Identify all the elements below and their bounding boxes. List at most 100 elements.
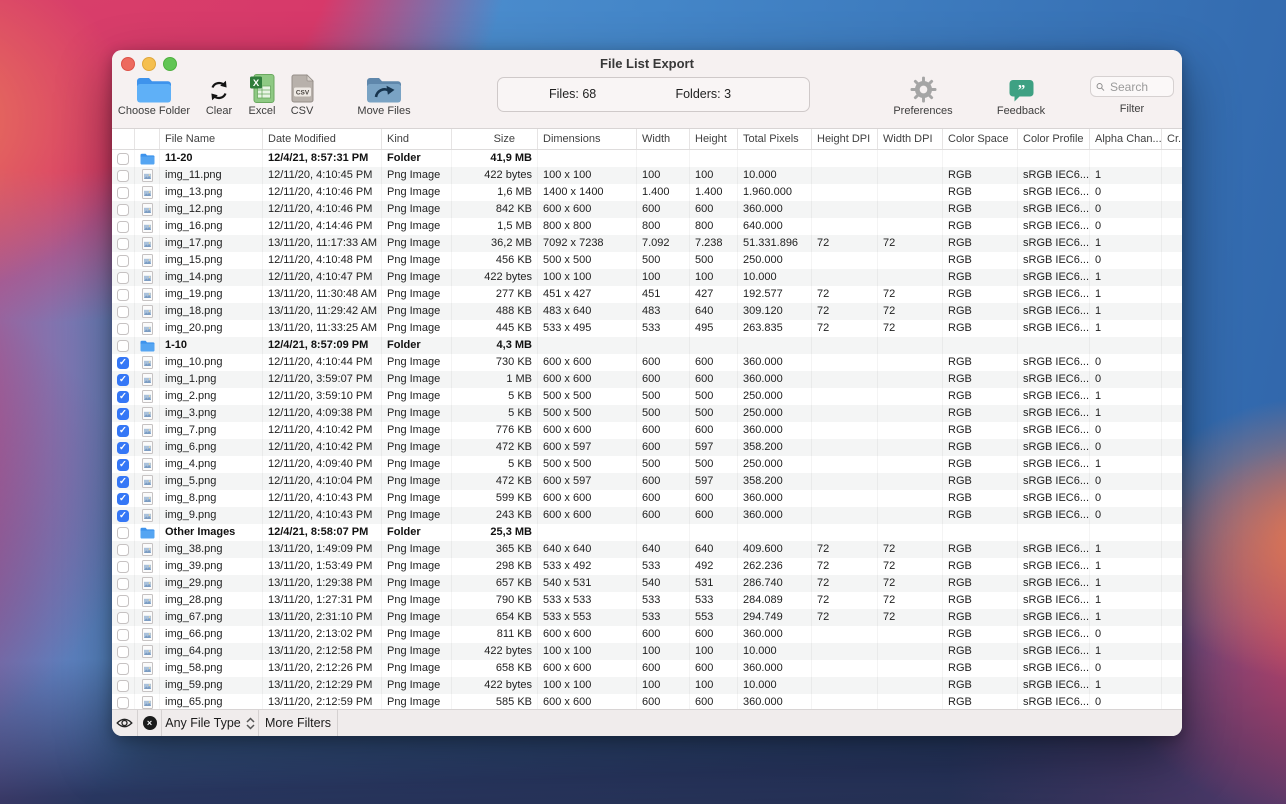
clear-button[interactable]: Clear: [197, 74, 241, 117]
file-row[interactable]: img_29.png 13/11/20, 1:29:38 PM Png Image 6…: [112, 575, 1182, 592]
file-row[interactable]: img_38.png 13/11/20, 1:49:09 PM Png Image 3…: [112, 541, 1182, 558]
row-checkbox[interactable]: [117, 203, 129, 216]
row-checkbox[interactable]: [117, 305, 129, 318]
more-filters-button[interactable]: More Filters: [259, 710, 338, 736]
cell-total-pixels: 360.000: [738, 422, 812, 439]
file-row[interactable]: ✓ img_7.png 12/11/20, 4:10:42 PM Png Image 7…: [112, 422, 1182, 439]
excel-export-button[interactable]: X Excel: [240, 74, 284, 117]
row-checkbox[interactable]: [117, 526, 129, 539]
row-checkbox[interactable]: ✓: [117, 407, 129, 420]
row-checkbox[interactable]: [117, 543, 129, 556]
header-file-name[interactable]: File Name: [160, 129, 263, 149]
row-checkbox[interactable]: [117, 169, 129, 182]
row-checkbox[interactable]: [117, 254, 129, 267]
row-checkbox[interactable]: [117, 577, 129, 590]
header-creation[interactable]: Cr...: [1162, 129, 1182, 149]
row-checkbox[interactable]: [117, 594, 129, 607]
file-row[interactable]: ✓ img_1.png 12/11/20, 3:59:07 PM Png Image 1…: [112, 371, 1182, 388]
file-row[interactable]: img_14.png 12/11/20, 4:10:47 PM Png Image 4…: [112, 269, 1182, 286]
file-row[interactable]: img_67.png 13/11/20, 2:31:10 PM Png Image 6…: [112, 609, 1182, 626]
move-files-button[interactable]: Move Files: [352, 74, 416, 117]
row-checkbox[interactable]: [117, 679, 129, 692]
file-row[interactable]: ✓ img_9.png 12/11/20, 4:10:43 PM Png Image 2…: [112, 507, 1182, 524]
file-row[interactable]: img_20.png 13/11/20, 11:33:25 AM Png Image…: [112, 320, 1182, 337]
file-row[interactable]: ✓ img_10.png 12/11/20, 4:10:44 PM Png Image…: [112, 354, 1182, 371]
row-checkbox[interactable]: [117, 560, 129, 573]
file-row[interactable]: img_39.png 13/11/20, 1:53:49 PM Png Image 2…: [112, 558, 1182, 575]
file-row[interactable]: img_58.png 13/11/20, 2:12:26 PM Png Image 6…: [112, 660, 1182, 677]
file-row[interactable]: ✓ img_2.png 12/11/20, 3:59:10 PM Png Image 5…: [112, 388, 1182, 405]
row-checkbox[interactable]: ✓: [117, 441, 129, 454]
row-checkbox[interactable]: [117, 645, 129, 658]
header-date-modified[interactable]: Date Modified: [263, 129, 382, 149]
file-row[interactable]: img_15.png 12/11/20, 4:10:48 PM Png Image 4…: [112, 252, 1182, 269]
row-checkbox[interactable]: [117, 152, 129, 165]
file-row[interactable]: img_19.png 13/11/20, 11:30:48 AM Png Image…: [112, 286, 1182, 303]
file-row[interactable]: ✓ img_4.png 12/11/20, 4:09:40 PM Png Image 5…: [112, 456, 1182, 473]
feedback-button[interactable]: ” Feedback: [986, 74, 1056, 117]
file-row[interactable]: img_16.png 12/11/20, 4:14:46 PM Png Image 1…: [112, 218, 1182, 235]
file-row[interactable]: img_64.png 13/11/20, 2:12:58 PM Png Image 4…: [112, 643, 1182, 660]
file-row[interactable]: img_66.png 13/11/20, 2:13:02 PM Png Image 8…: [112, 626, 1182, 643]
file-row[interactable]: img_12.png 12/11/20, 4:10:46 PM Png Image 8…: [112, 201, 1182, 218]
header-dimensions[interactable]: Dimensions: [538, 129, 637, 149]
row-checkbox[interactable]: [117, 322, 129, 335]
row-checkbox[interactable]: [117, 288, 129, 301]
preferences-button[interactable]: Preferences: [883, 74, 963, 117]
row-checkbox[interactable]: [117, 662, 129, 675]
row-checkbox[interactable]: [117, 220, 129, 233]
file-row[interactable]: ✓ img_6.png 12/11/20, 4:10:42 PM Png Image 4…: [112, 439, 1182, 456]
row-checkbox[interactable]: [117, 186, 129, 199]
header-color-space[interactable]: Color Space: [943, 129, 1018, 149]
row-checkbox[interactable]: ✓: [117, 475, 129, 488]
row-checkbox[interactable]: ✓: [117, 390, 129, 403]
row-checkbox[interactable]: [117, 237, 129, 250]
file-row[interactable]: img_13.png 12/11/20, 4:10:46 PM Png Image 1…: [112, 184, 1182, 201]
visibility-filter-button[interactable]: [112, 710, 138, 736]
header-select[interactable]: [112, 129, 135, 149]
file-row[interactable]: img_18.png 13/11/20, 11:29:42 AM Png Image…: [112, 303, 1182, 320]
row-checkbox[interactable]: [117, 696, 129, 709]
choose-folder-button[interactable]: Choose Folder: [112, 74, 196, 117]
row-checkbox[interactable]: ✓: [117, 492, 129, 505]
row-checkbox[interactable]: ✓: [117, 509, 129, 522]
header-width[interactable]: Width: [637, 129, 690, 149]
cell-color-profile: sRGB IEC6...: [1018, 575, 1090, 592]
file-type-dropdown[interactable]: Any File Type: [162, 710, 259, 736]
header-alpha-channel[interactable]: Alpha Chan...: [1090, 129, 1162, 149]
row-checkbox[interactable]: [117, 339, 129, 352]
search-icon: [1096, 82, 1105, 91]
csv-export-button[interactable]: CSV CSV: [280, 74, 324, 117]
header-size[interactable]: Size: [452, 129, 538, 149]
clear-filter-button[interactable]: ×: [138, 710, 162, 736]
search-input[interactable]: [1108, 78, 1168, 95]
header-kind[interactable]: Kind: [382, 129, 452, 149]
file-row[interactable]: ✓ img_5.png 12/11/20, 4:10:04 PM Png Image 4…: [112, 473, 1182, 490]
header-icon[interactable]: [135, 129, 160, 149]
header-total-pixels[interactable]: Total Pixels: [738, 129, 812, 149]
row-checkbox[interactable]: ✓: [117, 356, 129, 369]
row-select-cell: ✓: [112, 507, 135, 524]
row-checkbox[interactable]: [117, 611, 129, 624]
file-row[interactable]: img_59.png 13/11/20, 2:12:29 PM Png Image 4…: [112, 677, 1182, 694]
file-row[interactable]: img_28.png 13/11/20, 1:27:31 PM Png Image 7…: [112, 592, 1182, 609]
folder-row[interactable]: 1-10 12/4/21, 8:57:09 PM Folder 4,3 MB: [112, 337, 1182, 354]
cell-height: 492: [690, 558, 738, 575]
file-row[interactable]: img_11.png 12/11/20, 4:10:45 PM Png Image 4…: [112, 167, 1182, 184]
header-width-dpi[interactable]: Width DPI: [878, 129, 943, 149]
row-checkbox[interactable]: ✓: [117, 424, 129, 437]
row-checkbox[interactable]: ✓: [117, 373, 129, 386]
folder-row[interactable]: Other Images 12/4/21, 8:58:07 PM Folder 25,…: [112, 524, 1182, 541]
cell-height: 533: [690, 592, 738, 609]
header-height-dpi[interactable]: Height DPI: [812, 129, 878, 149]
header-color-profile[interactable]: Color Profile: [1018, 129, 1090, 149]
row-checkbox[interactable]: [117, 628, 129, 641]
file-row[interactable]: ✓ img_3.png 12/11/20, 4:09:38 PM Png Image 5…: [112, 405, 1182, 422]
header-height[interactable]: Height: [690, 129, 738, 149]
folder-row[interactable]: 11-20 12/4/21, 8:57:31 PM Folder 41,9 MB: [112, 150, 1182, 167]
file-row[interactable]: ✓ img_8.png 12/11/20, 4:10:43 PM Png Image 5…: [112, 490, 1182, 507]
search-field[interactable]: [1090, 76, 1174, 97]
row-checkbox[interactable]: [117, 271, 129, 284]
row-checkbox[interactable]: ✓: [117, 458, 129, 471]
file-row[interactable]: img_17.png 13/11/20, 11:17:33 AM Png Image…: [112, 235, 1182, 252]
